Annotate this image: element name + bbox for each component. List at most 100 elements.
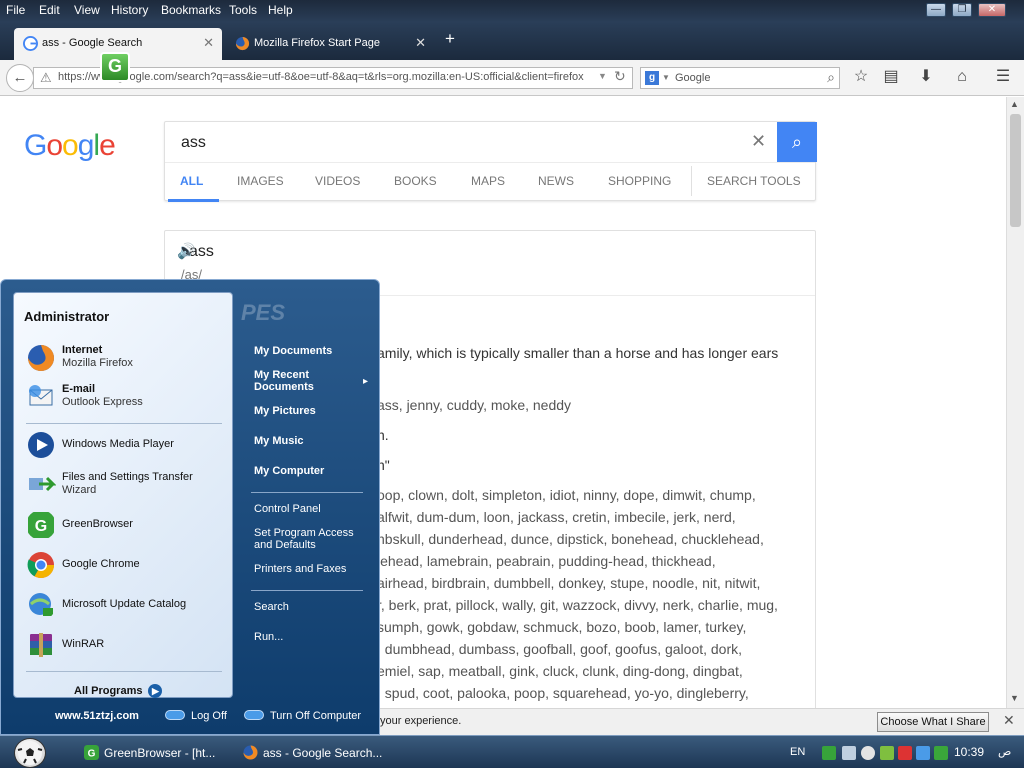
restore-button[interactable]: ❐ <box>952 3 972 17</box>
download-icon[interactable]: ⬇ <box>916 67 936 87</box>
start-item-media-player[interactable]: Windows Media Player <box>26 428 226 462</box>
google-logo[interactable]: Google <box>24 129 116 163</box>
start-item-chrome[interactable]: Google Chrome <box>26 548 226 582</box>
synonyms-text[interactable]: airhead, birdbrain, dumbbell, donkey, st… <box>377 575 760 591</box>
taskbar-item-firefox[interactable]: ass - Google Search... <box>241 742 382 764</box>
search-icon[interactable]: ⌕ <box>827 69 835 86</box>
speaker-icon[interactable]: 🔊 <box>177 242 196 260</box>
tab-videos[interactable]: VIDEOS <box>315 174 360 188</box>
printers-faxes-link[interactable]: Printers and Faxes <box>254 563 346 575</box>
start-item-internet[interactable]: Internet Mozilla Firefox <box>26 341 226 375</box>
arrow-right-icon: ▶ <box>148 684 163 698</box>
tab-maps[interactable]: MAPS <box>471 174 505 188</box>
reading-list-icon[interactable]: ▤ <box>881 67 901 87</box>
menu-edit[interactable]: Edit <box>39 3 60 17</box>
menu-bookmarks[interactable]: Bookmarks <box>161 3 221 17</box>
all-programs-button[interactable]: All Programs ▶ <box>74 684 163 698</box>
url-dropdown-icon[interactable]: ▼ <box>598 71 607 81</box>
start-item-winrar[interactable]: WinRAR <box>26 628 226 662</box>
my-documents-link[interactable]: My Documents <box>254 345 332 357</box>
search-link[interactable]: Search <box>254 601 289 613</box>
back-button[interactable]: ← <box>6 64 34 92</box>
tray-app-icon[interactable] <box>861 746 875 760</box>
synonyms-text[interactable]: emiel, sap, meatball, gink, cluck, clunk… <box>377 663 743 679</box>
hamburger-menu-icon[interactable]: ☰ <box>993 67 1013 87</box>
my-recent-documents-link[interactable]: My Recent Documents <box>254 369 334 393</box>
network-icon[interactable] <box>842 746 856 760</box>
turn-off-button[interactable]: Turn Off Computer <box>244 710 361 722</box>
scroll-down-icon[interactable]: ▼ <box>1010 693 1019 703</box>
synonyms-text[interactable]: sumph, gowk, gobdaw, schmuck, bozo, boob… <box>377 619 746 635</box>
scroll-up-icon[interactable]: ▲ <box>1010 99 1019 109</box>
notification-message: your experience. <box>380 715 462 727</box>
language-indicator[interactable]: EN <box>790 746 805 758</box>
clear-icon[interactable]: ✕ <box>751 131 766 152</box>
chrome-icon <box>27 552 55 579</box>
menu-view[interactable]: View <box>74 3 100 17</box>
tab-news[interactable]: NEWS <box>538 174 574 188</box>
reload-icon[interactable]: ↻ <box>614 68 626 85</box>
tab-books[interactable]: BOOKS <box>394 174 437 188</box>
menu-history[interactable]: History <box>111 3 148 17</box>
synonyms-text[interactable]: , dumbhead, dumbass, goofball, goof, goo… <box>377 641 742 657</box>
chevron-down-icon[interactable]: ▼ <box>662 73 670 82</box>
clock[interactable]: 10:39 <box>954 745 984 759</box>
close-icon[interactable]: ✕ <box>1003 712 1015 729</box>
utorrent-icon[interactable] <box>934 746 948 760</box>
menu-bar: File Edit View History Bookmarks Tools H… <box>0 0 1024 22</box>
choose-what-i-share-button[interactable]: Choose What I Share <box>877 712 989 732</box>
menu-file[interactable]: File <box>6 3 25 17</box>
search-placeholder[interactable]: Google <box>675 72 710 84</box>
tab-shopping[interactable]: SHOPPING <box>608 174 671 188</box>
start-item-subtitle: Wizard <box>62 484 97 496</box>
minimize-button[interactable]: — <box>926 3 946 17</box>
menu-tools[interactable]: Tools <box>229 3 257 17</box>
synonyms-text[interactable]: , spud, coot, palooka, poop, squarehead,… <box>377 685 749 701</box>
synonyms-text[interactable]: nbskull, dunderhead, dunce, dipstick, bo… <box>377 531 764 547</box>
log-off-button[interactable]: Log Off <box>165 710 227 722</box>
start-item-email[interactable]: E-mail Outlook Express <box>26 380 226 414</box>
logo-letter: o <box>62 129 79 162</box>
start-button[interactable] <box>14 738 46 768</box>
menu-help[interactable]: Help <box>268 3 293 17</box>
start-item-update-catalog[interactable]: Microsoft Update Catalog <box>26 588 226 622</box>
tab-search-tools[interactable]: SEARCH TOOLS <box>707 174 801 188</box>
run-link[interactable]: Run... <box>254 631 283 643</box>
synonyms-text[interactable]: ass, jenny, cuddy, moke, neddy <box>377 397 571 413</box>
tab-all[interactable]: ALL <box>180 174 203 188</box>
home-icon[interactable]: ⌂ <box>952 67 972 87</box>
new-tab-button[interactable]: + <box>445 30 461 47</box>
synonyms-text[interactable]: alfwit, dum-dum, loon, jackass, cretin, … <box>377 509 736 525</box>
my-music-link[interactable]: My Music <box>254 435 304 447</box>
start-item-transfer-wizard[interactable]: Files and Settings Transfer Wizard <box>26 468 226 502</box>
taskbar-item-greenbrowser[interactable]: G GreenBrowser - [ht... <box>82 742 215 764</box>
program-access-link[interactable]: Set Program Access and Defaults <box>254 527 364 551</box>
search-button[interactable]: ⌕ <box>777 122 817 162</box>
my-computer-link[interactable]: My Computer <box>254 465 324 477</box>
tab-close-button[interactable]: ✕ <box>415 28 426 58</box>
synonyms-text[interactable]: r, berk, prat, pillock, wally, git, wazz… <box>377 597 778 613</box>
synonyms-text[interactable]: lehead, lamebrain, peabrain, pudding-hea… <box>377 553 716 569</box>
my-pictures-link[interactable]: My Pictures <box>254 405 316 417</box>
control-panel-link[interactable]: Control Panel <box>254 503 321 515</box>
scrollbar-thumb[interactable] <box>1010 114 1021 227</box>
definition-text: amily, which is typically smaller than a… <box>377 345 779 361</box>
antivirus-tray-icon[interactable] <box>898 746 912 760</box>
greenbrowser-tray-icon[interactable] <box>822 746 836 760</box>
vertical-scrollbar[interactable]: ▲ ▼ <box>1006 97 1024 708</box>
utorrent-tray-icon[interactable] <box>880 746 894 760</box>
close-window-button[interactable]: ✕ <box>978 3 1006 17</box>
start-item-greenbrowser[interactable]: G GreenBrowser <box>26 508 226 542</box>
url-text[interactable]: https://www.google.com/search?q=ass&ie=u… <box>58 71 603 83</box>
tray-app-icon[interactable] <box>916 746 930 760</box>
greenbrowser-icon[interactable]: G <box>100 52 130 82</box>
tab-images[interactable]: IMAGES <box>237 174 284 188</box>
tab-firefox-start[interactable]: Mozilla Firefox Start Page ✕ <box>226 28 434 60</box>
search-engine-icon[interactable]: g <box>645 71 659 85</box>
tab-close-button[interactable]: ✕ <box>203 28 214 58</box>
logo-letter: o <box>46 129 63 162</box>
bookmark-star-icon[interactable]: ☆ <box>851 67 871 87</box>
synonyms-text[interactable]: oop, clown, dolt, simpleton, idiot, ninn… <box>377 487 756 503</box>
search-bar[interactable]: g ▼ Google ⌕ <box>640 67 840 89</box>
search-input[interactable]: ass <box>181 134 206 152</box>
